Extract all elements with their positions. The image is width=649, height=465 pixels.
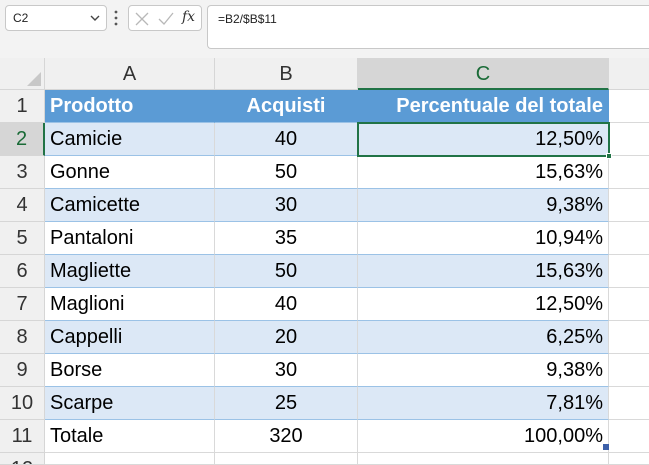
chevron-down-icon[interactable] bbox=[89, 12, 101, 24]
column-header-c[interactable]: C bbox=[358, 58, 609, 90]
table-cell[interactable]: 30 bbox=[215, 354, 358, 387]
table-cell[interactable]: 12,50% bbox=[358, 288, 609, 321]
table-cell[interactable]: 35 bbox=[215, 222, 358, 255]
table-header-cell[interactable]: Prodotto bbox=[45, 90, 215, 123]
row-header-1[interactable]: 1 bbox=[0, 90, 45, 123]
table-cell[interactable]: 25 bbox=[215, 387, 358, 420]
check-icon[interactable] bbox=[158, 12, 174, 26]
table-cell[interactable] bbox=[609, 288, 649, 321]
table-cell[interactable]: Camicette bbox=[45, 189, 215, 222]
name-box[interactable]: C2 bbox=[5, 5, 107, 31]
table-cell[interactable]: 7,81% bbox=[358, 387, 609, 420]
table-cell[interactable]: 6,25% bbox=[358, 321, 609, 354]
table-cell[interactable] bbox=[609, 387, 649, 420]
table-cell[interactable]: Gonne bbox=[45, 156, 215, 189]
table-cell[interactable]: 50 bbox=[215, 156, 358, 189]
table-cell[interactable]: 15,63% bbox=[358, 255, 609, 288]
formula-bar: C2 fx =B2/$B$11 bbox=[0, 0, 649, 58]
table-cell[interactable] bbox=[609, 255, 649, 288]
table-header-cell[interactable]: Percentuale del totale bbox=[358, 90, 609, 123]
more-options-icon[interactable] bbox=[113, 9, 119, 27]
formula-buttons: fx bbox=[128, 5, 202, 31]
table-cell[interactable]: 12,50% bbox=[358, 123, 609, 156]
table-cell[interactable] bbox=[609, 222, 649, 255]
table-cell[interactable]: Pantaloni bbox=[45, 222, 215, 255]
table-cell[interactable]: Camicie bbox=[45, 123, 215, 156]
table-cell[interactable]: 10,94% bbox=[358, 222, 609, 255]
table-cell[interactable] bbox=[45, 453, 215, 465]
column-header-d[interactable] bbox=[609, 58, 649, 90]
row-header-2[interactable]: 2 bbox=[0, 123, 45, 156]
column-header-a[interactable]: A bbox=[45, 58, 215, 90]
table-cell[interactable] bbox=[358, 453, 609, 465]
table-cell[interactable] bbox=[609, 420, 649, 453]
table-cell[interactable] bbox=[609, 189, 649, 222]
cancel-icon[interactable] bbox=[135, 12, 149, 26]
row-header-6[interactable]: 6 bbox=[0, 255, 45, 288]
table-cell[interactable]: 20 bbox=[215, 321, 358, 354]
row-header-12[interactable]: 12 bbox=[0, 453, 45, 465]
formula-input[interactable]: =B2/$B$11 bbox=[207, 5, 649, 49]
table-cell[interactable] bbox=[609, 123, 649, 156]
name-box-value: C2 bbox=[13, 11, 29, 25]
table-cell[interactable]: 50 bbox=[215, 255, 358, 288]
row-header-11[interactable]: 11 bbox=[0, 420, 45, 453]
row-header-7[interactable]: 7 bbox=[0, 288, 45, 321]
table-total-cell[interactable]: 320 bbox=[215, 420, 358, 453]
table-cell[interactable] bbox=[215, 453, 358, 465]
table-cell[interactable]: 40 bbox=[215, 123, 358, 156]
table-cell[interactable]: 9,38% bbox=[358, 354, 609, 387]
table-cell[interactable]: Borse bbox=[45, 354, 215, 387]
formula-text: =B2/$B$11 bbox=[218, 12, 277, 26]
row-header-4[interactable]: 4 bbox=[0, 189, 45, 222]
table-cell[interactable] bbox=[609, 453, 649, 465]
table-cell[interactable]: 9,38% bbox=[358, 189, 609, 222]
table-cell[interactable]: 40 bbox=[215, 288, 358, 321]
row-header-10[interactable]: 10 bbox=[0, 387, 45, 420]
row-header-3[interactable]: 3 bbox=[0, 156, 45, 189]
row-header-9[interactable]: 9 bbox=[0, 354, 45, 387]
column-header-b[interactable]: B bbox=[215, 58, 358, 90]
spreadsheet-grid: A B C 1 2 3 4 5 6 7 8 9 10 11 12 Prodott… bbox=[0, 58, 649, 465]
table-cell[interactable]: Cappelli bbox=[45, 321, 215, 354]
row-header-5[interactable]: 5 bbox=[0, 222, 45, 255]
table-total-cell[interactable]: 100,00% bbox=[358, 420, 609, 453]
table-cell[interactable] bbox=[609, 156, 649, 189]
table-cell[interactable]: 30 bbox=[215, 189, 358, 222]
table-resize-handle[interactable] bbox=[603, 444, 609, 450]
table-total-cell[interactable]: Totale bbox=[45, 420, 215, 453]
row-header-8[interactable]: 8 bbox=[0, 321, 45, 354]
table-cell[interactable] bbox=[609, 90, 649, 123]
table-cell[interactable]: Scarpe bbox=[45, 387, 215, 420]
table-cell[interactable] bbox=[609, 354, 649, 387]
table-cell[interactable] bbox=[609, 321, 649, 354]
table-cell[interactable]: 15,63% bbox=[358, 156, 609, 189]
table-cell[interactable]: Magliette bbox=[45, 255, 215, 288]
select-all-button[interactable] bbox=[0, 58, 45, 90]
insert-function-icon[interactable]: fx bbox=[182, 9, 195, 25]
table-header-cell[interactable]: Acquisti bbox=[215, 90, 358, 123]
table-cell[interactable]: Maglioni bbox=[45, 288, 215, 321]
